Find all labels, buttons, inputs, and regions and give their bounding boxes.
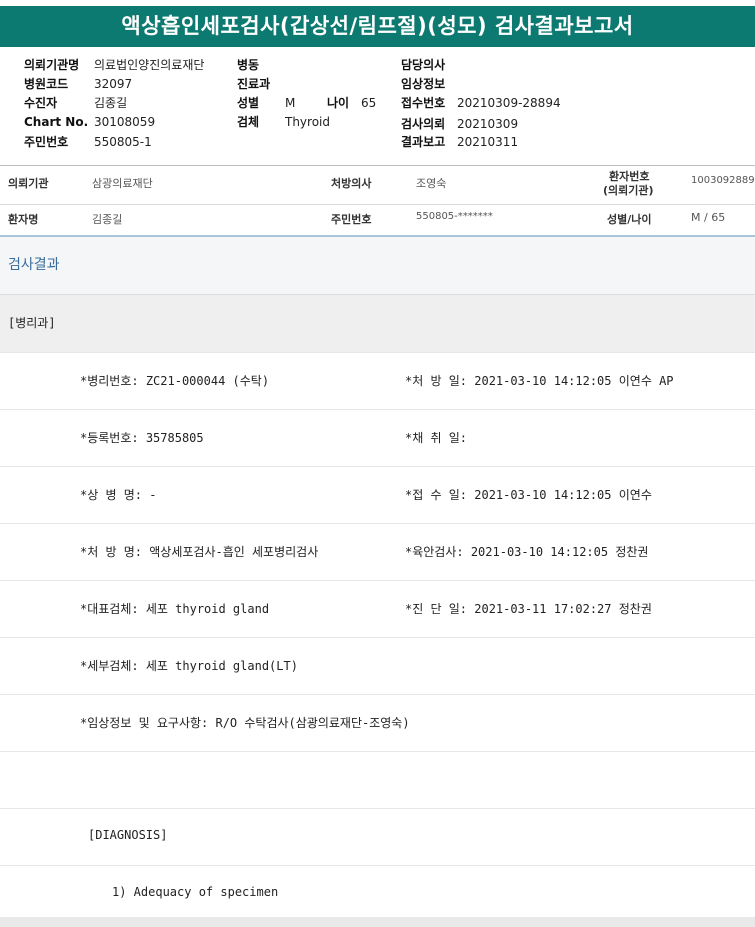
result-left: *임상정보 및 요구사항: R/O 수탁검사(삼광의료재단-조영숙)	[80, 716, 410, 730]
info-label: 검사의뢰	[401, 117, 446, 131]
info-label: 나이	[327, 96, 350, 110]
results-section-title: 검사결과	[0, 235, 755, 294]
rrn-value: 550805-*******	[416, 211, 493, 222]
result-row: *상 병 명: - *접 수 일: 2021-03-10 14:12:05 이연…	[0, 466, 755, 523]
info-value: 의료법인양진의료재단	[94, 58, 205, 72]
info-receipt-no: 접수번호 20210309-28894	[401, 94, 561, 111]
report-title: 액상흡인세포검사(갑상선/림프절)(성모) 검사결과보고서	[0, 6, 755, 47]
diagnosis-row: [DIAGNOSIS]	[0, 808, 755, 865]
bottom-bar	[0, 917, 755, 927]
patient-no-value: 1003092889	[691, 175, 755, 186]
info-value: 550805-1	[94, 135, 152, 149]
info-value: 김종길	[94, 96, 128, 110]
info-value: 20210311	[457, 135, 519, 149]
doctor-label: 처방의사	[331, 177, 372, 190]
info-label: 수진자	[24, 96, 58, 110]
info-department: 진료과	[237, 75, 285, 92]
result-row: *병리번호: ZC21-000044 (수탁) *처 방 일: 2021-03-…	[0, 352, 755, 409]
report-info-block: 의뢰기관명 의료법인양진의료재단 병원코드 32097 수진자 김종길 Chart N…	[0, 51, 755, 166]
info-label: 의뢰기관명	[24, 58, 80, 72]
sex-age-label: 성별/나이	[607, 213, 652, 226]
sex-age-value: M / 65	[691, 211, 726, 224]
info-hospital-code: 병원코드 32097	[24, 75, 132, 92]
info-label: 임상정보	[401, 77, 446, 91]
result-right: *채 취 일:	[405, 431, 468, 445]
info-label: 결과보고	[401, 135, 446, 149]
info-label: 담당의사	[401, 58, 446, 72]
header-row-2: 환자명 김종길 주민번호 550805-******* 성별/나이 M / 65	[0, 205, 755, 235]
result-right: *진 단 일: 2021-03-11 17:02:27 정찬권	[405, 602, 652, 616]
info-specimen: 검체 Thyroid	[237, 113, 330, 130]
info-label: 주민번호	[24, 135, 69, 149]
info-label: 병원코드	[24, 77, 69, 91]
result-right: *접 수 일: 2021-03-10 14:12:05 이연수	[405, 488, 652, 502]
result-row	[0, 751, 755, 808]
info-ward: 병동	[237, 56, 285, 73]
patient-name-label: 환자명	[8, 213, 39, 226]
result-left: *상 병 명: -	[80, 488, 157, 502]
info-label: 접수번호	[401, 96, 446, 110]
rrn-label: 주민번호	[331, 213, 372, 226]
info-chart-no: Chart No. 30108059	[24, 115, 155, 129]
info-value: 20210309-28894	[457, 96, 561, 110]
info-doctor: 담당의사	[401, 56, 457, 73]
info-sex: 성별 M	[237, 94, 295, 111]
info-value: Thyroid	[285, 115, 330, 129]
result-row: *등록번호: 35785805 *채 취 일:	[0, 409, 755, 466]
result-row: *처 방 명: 액상세포검사-흡인 세포병리검사 *육안검사: 2021-03-…	[0, 523, 755, 580]
info-value: 30108059	[94, 115, 156, 129]
result-right: *처 방 일: 2021-03-10 14:12:05 이연수 AP	[405, 374, 674, 388]
info-label: Chart No.	[24, 115, 89, 129]
adequacy-row: 1) Adequacy of specimen	[0, 865, 755, 917]
info-value: 65	[361, 96, 377, 110]
info-label: 병동	[237, 58, 260, 72]
info-institution: 의뢰기관명 의료법인양진의료재단	[24, 56, 204, 73]
info-report-date: 결과보고 20210311	[401, 133, 518, 150]
info-examinee: 수진자 김종길	[24, 94, 127, 111]
info-request-date: 검사의뢰 20210309	[401, 115, 518, 132]
diagnosis-label: [DIAGNOSIS]	[88, 828, 168, 842]
info-rrn: 주민번호 550805-1	[24, 133, 152, 150]
result-row: *세부검체: 세포 thyroid gland(LT)	[0, 637, 755, 694]
result-left: *대표검체: 세포 thyroid gland	[80, 602, 270, 616]
institution-label: 의뢰기관	[8, 177, 49, 190]
info-label: 성별	[237, 96, 260, 110]
result-right: *육안검사: 2021-03-10 14:12:05 정찬권	[405, 545, 649, 559]
result-left: *처 방 명: 액상세포검사-흡인 세포병리검사	[80, 545, 319, 559]
adequacy-text: 1) Adequacy of specimen	[112, 885, 279, 899]
doctor-value: 조영숙	[416, 177, 447, 190]
header-row-1: 의뢰기관 삼광의료재단 처방의사 조영숙 환자번호 (의뢰기관) 1003092…	[0, 166, 755, 204]
department-label: [병리과]	[0, 294, 755, 352]
info-label: 검체	[237, 115, 260, 129]
result-left: *등록번호: 35785805	[80, 431, 204, 445]
result-left: *병리번호: ZC21-000044 (수탁)	[80, 374, 270, 388]
result-row: *대표검체: 세포 thyroid gland *진 단 일: 2021-03-…	[0, 580, 755, 637]
result-left: *세부검체: 세포 thyroid gland(LT)	[80, 659, 298, 673]
patient-no-label-sub: (의뢰기관)	[603, 184, 654, 197]
info-clinical: 임상정보	[401, 75, 457, 92]
patient-name-value: 김종길	[92, 213, 123, 226]
result-row: *임상정보 및 요구사항: R/O 수탁검사(삼광의료재단-조영숙)	[0, 694, 755, 751]
info-label: 진료과	[237, 77, 271, 91]
info-value: M	[285, 96, 296, 110]
info-value: 32097	[94, 77, 133, 91]
info-age: 나이 65	[327, 94, 376, 111]
info-value: 20210309	[457, 117, 519, 131]
institution-value: 삼광의료재단	[92, 177, 153, 190]
